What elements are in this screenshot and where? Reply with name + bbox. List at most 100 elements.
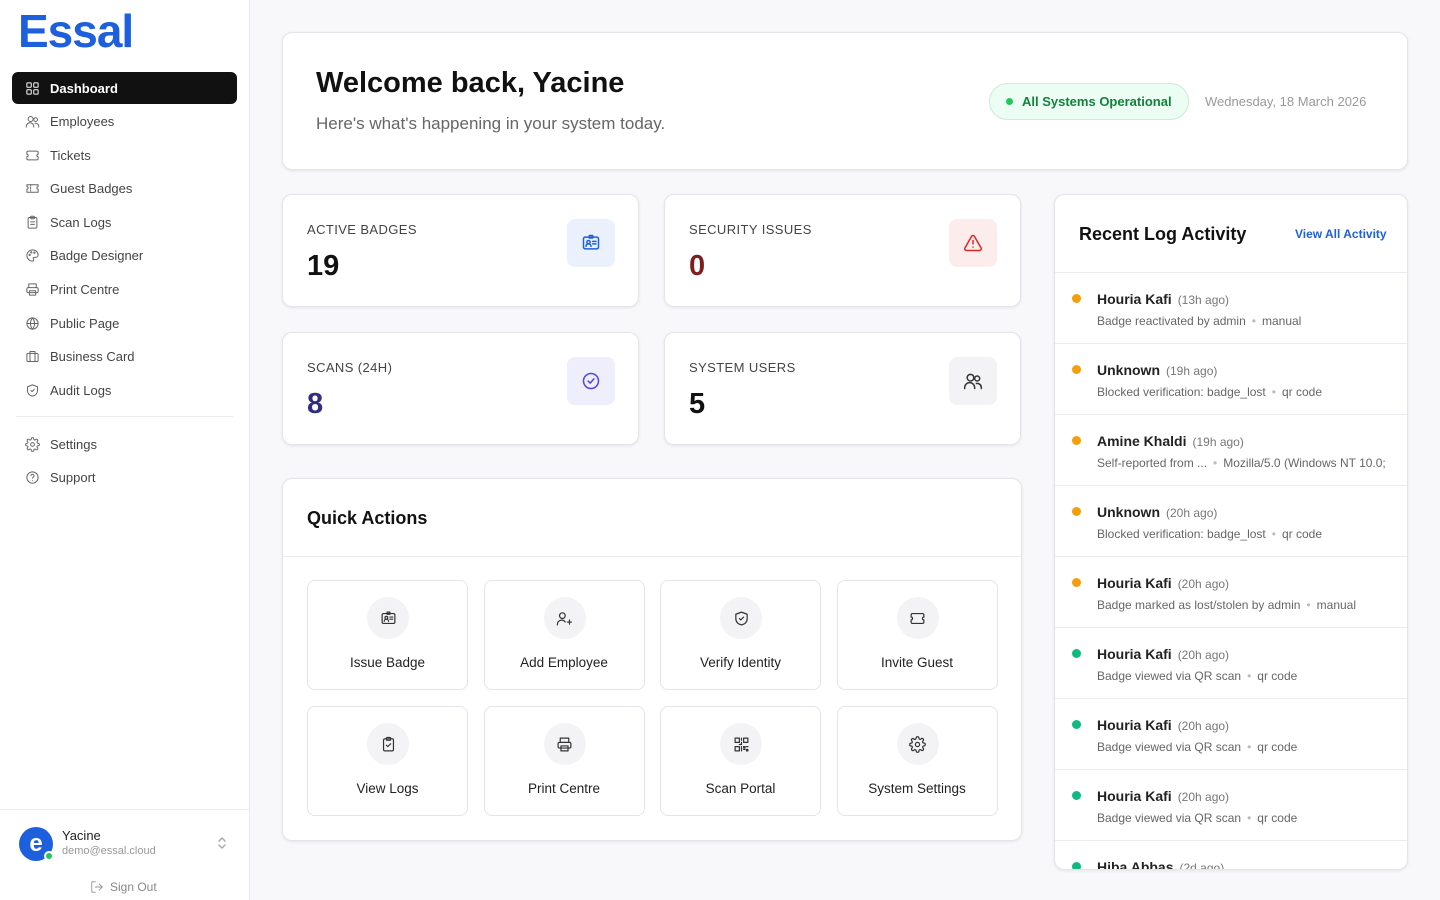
quick-action-label: Scan Portal — [705, 781, 776, 796]
check-circle-icon — [582, 372, 600, 390]
stat-value: 8 — [307, 388, 324, 420]
sidebar-item-public-page[interactable]: Public Page — [12, 307, 237, 339]
sidebar-item-tickets[interactable]: Tickets — [12, 139, 237, 171]
stat-label: SECURITY ISSUES — [689, 222, 812, 237]
stat-value: 19 — [307, 250, 340, 282]
shield-check-icon — [734, 611, 748, 625]
user-panel[interactable]: e Yacine demo@essal.cloud Sign Out — [0, 809, 249, 900]
issue-badge-button[interactable]: Issue Badge — [307, 580, 468, 690]
briefcase-icon — [25, 351, 39, 363]
badge-icon-wrap — [24, 181, 40, 197]
log-actor: Houria Kafi (13h ago) — [1097, 291, 1229, 307]
welcome-subtitle: Here's what's happening in your system t… — [316, 114, 666, 133]
sidebar-nav: Dashboard Employees Tickets Guest Badges Sca… — [12, 72, 237, 496]
activity-log-list: Houria Kafi (13h ago) Badge reactivated by… — [1055, 273, 1407, 870]
sidebar-item-guest-badges[interactable]: Guest Badges — [12, 173, 237, 205]
divider — [283, 556, 1021, 557]
sidebar-item-support[interactable]: Support — [12, 462, 237, 494]
user-email: demo@essal.cloud — [62, 845, 156, 857]
sidebar-item-label: Scan Logs — [50, 214, 112, 230]
current-date: Wednesday, 18 March 2026 — [1205, 94, 1367, 109]
log-time: (13h ago) — [1177, 293, 1230, 307]
clipboard-check-icon — [382, 736, 394, 751]
log-event: Badge viewed via QR scan — [1097, 740, 1242, 754]
system-settings-button[interactable]: System Settings — [836, 706, 998, 816]
quick-action-label: Print Centre — [527, 781, 601, 796]
scan-portal-button[interactable]: Scan Portal — [660, 706, 821, 816]
globe-icon-wrap — [24, 315, 40, 331]
quick-action-icon-circle — [720, 597, 762, 639]
activity-log-item[interactable]: Houria Kafi (13h ago) Badge reactivated by… — [1055, 273, 1407, 344]
activity-log-item[interactable]: Houria Kafi (20h ago) Badge viewed via QR … — [1055, 628, 1407, 699]
sidebar-divider — [16, 416, 233, 418]
invite-guest-button[interactable]: Invite Guest — [836, 580, 998, 690]
log-actor-name: Hiba Abbas — [1097, 859, 1174, 870]
view-logs-button[interactable]: View Logs — [307, 706, 468, 816]
recent-activity-card: Recent Log Activity View All Activity Ho… — [1054, 194, 1408, 870]
add-employee-button[interactable]: Add Employee — [483, 580, 645, 690]
log-method: qr code — [1257, 740, 1298, 754]
sidebar-item-badge-designer[interactable]: Badge Designer — [12, 240, 237, 272]
activity-log-item[interactable]: Houria Kafi (20h ago) Badge viewed via QR … — [1055, 699, 1407, 770]
stat-label: SCANS (24H) — [307, 360, 393, 375]
log-actor: Unknown (19h ago) — [1097, 362, 1217, 378]
view-all-activity-link[interactable]: View All Activity — [1295, 227, 1387, 241]
log-status-dot — [1072, 507, 1081, 516]
log-event: Blocked verification: badge_lost — [1097, 527, 1266, 541]
log-event: Badge marked as lost/stolen by admin — [1097, 598, 1301, 612]
chevron-up-down-icon[interactable] — [216, 836, 228, 850]
stat-value: 0 — [689, 250, 706, 282]
sign-out-button[interactable]: Sign Out — [90, 880, 157, 894]
log-description: Badge viewed via QR scan • qr code — [1097, 740, 1297, 754]
verify-identity-button[interactable]: Verify Identity — [660, 580, 821, 690]
printer-icon-wrap — [24, 282, 40, 298]
sidebar-item-label: Tickets — [50, 147, 91, 163]
log-method: manual — [1261, 314, 1302, 328]
log-actor: Houria Kafi (20h ago) — [1097, 575, 1229, 591]
log-time: (20h ago) — [1166, 506, 1218, 520]
sidebar-item-label: Audit Logs — [50, 382, 112, 398]
essal-logo[interactable]: Essal — [18, 4, 134, 58]
quick-action-label: Issue Badge — [349, 655, 426, 670]
activity-log-item[interactable]: Unknown (19h ago) Blocked verification: ba… — [1055, 344, 1407, 415]
sidebar-item-label: Settings — [50, 436, 97, 452]
clipboard-icon — [27, 215, 37, 229]
activity-log-item[interactable]: Hiba Abbas (2d ago) — [1055, 841, 1407, 870]
alert-triangle-icon — [963, 234, 983, 252]
sidebar-item-business-card[interactable]: Business Card — [12, 341, 237, 373]
log-separator: • — [1247, 740, 1252, 754]
log-description: Blocked verification: badge_lost • qr code — [1097, 385, 1322, 399]
activity-log-item[interactable]: Unknown (20h ago) Blocked verification: ba… — [1055, 486, 1407, 557]
activity-log-item[interactable]: Houria Kafi (20h ago) Badge viewed via QR … — [1055, 770, 1407, 841]
shield-icon-wrap — [24, 382, 40, 398]
gear-icon — [909, 735, 926, 753]
stat-icon-box — [567, 219, 615, 267]
log-time: (20h ago) — [1177, 648, 1230, 662]
stat-icon-box — [949, 219, 997, 267]
system-status-badge: All Systems Operational — [989, 83, 1189, 120]
id-card-icon — [381, 611, 395, 624]
log-status-dot — [1072, 294, 1081, 303]
activity-log-item[interactable]: Amine Khaldi (19h ago) Self-reported from … — [1055, 415, 1407, 486]
qr-code-icon — [734, 737, 748, 751]
online-status-dot — [44, 851, 54, 861]
activity-log-item[interactable]: Houria Kafi (20h ago) Badge marked as lost… — [1055, 557, 1407, 628]
sidebar-item-print-centre[interactable]: Print Centre — [12, 274, 237, 306]
badge-icon — [25, 184, 39, 194]
log-actor-name: Unknown — [1097, 362, 1160, 378]
log-method: manual — [1316, 598, 1357, 612]
help-icon — [25, 471, 39, 485]
gear-icon-wrap — [24, 436, 40, 452]
quick-action-icon-circle — [720, 723, 762, 765]
sidebar-item-scan-logs[interactable]: Scan Logs — [12, 206, 237, 238]
log-actor: Unknown (20h ago) — [1097, 504, 1217, 520]
sidebar-item-employees[interactable]: Employees — [12, 106, 237, 138]
log-time: (2d ago) — [1179, 861, 1225, 870]
sidebar-item-audit-logs[interactable]: Audit Logs — [12, 374, 237, 406]
log-method: Mozilla/5.0 (Windows NT 10.0; — [1223, 456, 1386, 470]
sidebar-item-dashboard[interactable]: Dashboard — [12, 72, 237, 104]
log-event: Badge viewed via QR scan — [1097, 669, 1242, 683]
sidebar-item-settings[interactable]: Settings — [12, 428, 237, 460]
ticket-icon-wrap — [24, 147, 40, 163]
print-centre-button[interactable]: Print Centre — [483, 706, 645, 816]
